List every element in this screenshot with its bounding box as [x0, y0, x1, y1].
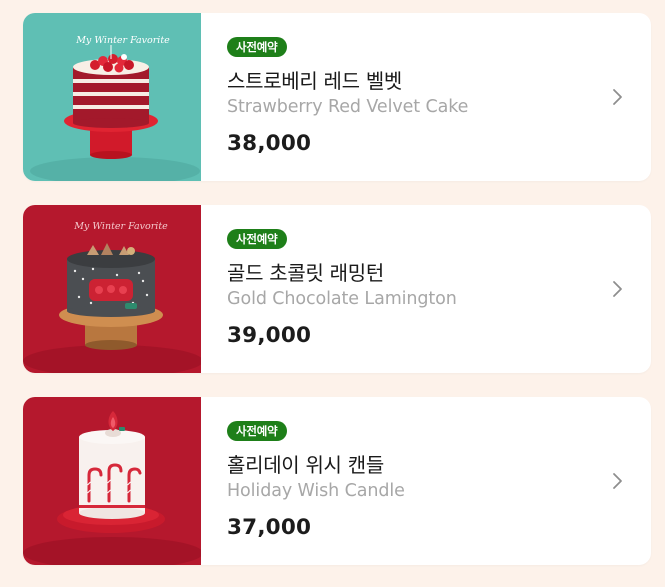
product-card-holiday-wish-candle[interactable]: 사전예약 홀리데이 위시 캔들 Holiday Wish Candle 37,0…: [23, 397, 651, 565]
chevron-right-icon: [613, 473, 622, 489]
product-name-korean: 스트로베리 레드 벨벳: [227, 69, 403, 93]
product-name-english: Strawberry Red Velvet Cake: [227, 97, 469, 117]
product-price: 37,000: [227, 515, 312, 540]
preorder-badge: 사전예약: [227, 421, 287, 441]
product-name-korean: 골드 초콜릿 래밍턴: [227, 261, 384, 285]
product-list: My Winter Favorite 사전예약 스트로베리 레드 벨벳 Stra…: [0, 0, 665, 587]
product-image: My Winter Favorite: [23, 205, 201, 373]
topper-text: My Winter Favorite: [73, 221, 168, 232]
product-name-korean: 홀리데이 위시 캔들: [227, 453, 384, 477]
product-image: My Winter Favorite: [23, 13, 201, 181]
preorder-badge: 사전예약: [227, 229, 287, 249]
product-image: [23, 397, 201, 565]
product-price: 38,000: [227, 131, 312, 156]
product-price: 39,000: [227, 323, 312, 348]
preorder-badge: 사전예약: [227, 37, 287, 57]
topper-text: My Winter Favorite: [75, 35, 170, 46]
product-name-english: Gold Chocolate Lamington: [227, 289, 457, 309]
chevron-right-icon: [613, 89, 622, 105]
product-name-english: Holiday Wish Candle: [227, 481, 405, 501]
product-card-gold-chocolate-lamington[interactable]: My Winter Favorite 사전예약 골드 초콜릿 래밍턴 Gold …: [23, 205, 651, 373]
chevron-right-icon: [613, 281, 622, 297]
product-card-strawberry-red-velvet[interactable]: My Winter Favorite 사전예약 스트로베리 레드 벨벳 Stra…: [23, 13, 651, 181]
